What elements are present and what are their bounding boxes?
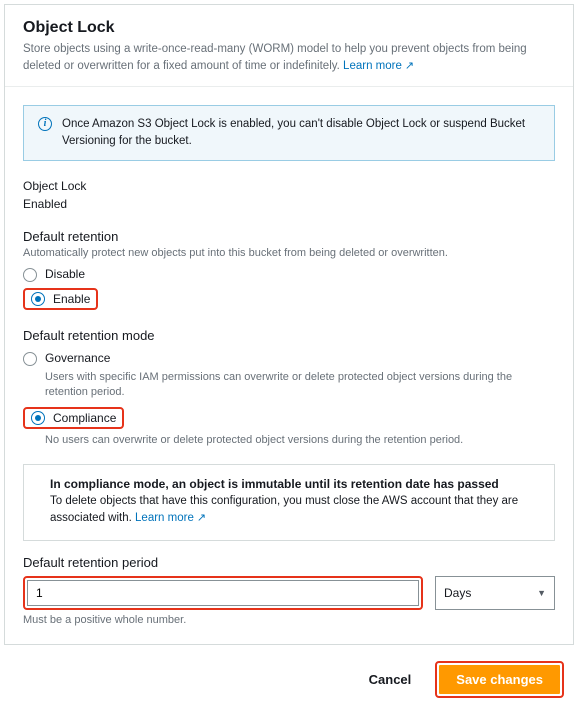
retention-disable-label: Disable (45, 267, 85, 281)
retention-disable-row[interactable]: Disable (23, 267, 555, 282)
retention-period-input[interactable] (27, 580, 419, 606)
panel-header: Object Lock Store objects using a write-… (5, 5, 573, 87)
panel-body: i Once Amazon S3 Object Lock is enabled,… (5, 87, 573, 644)
info-banner: i Once Amazon S3 Object Lock is enabled,… (23, 105, 555, 162)
mode-compliance-hint: No users can overwrite or delete protect… (45, 433, 463, 448)
save-highlight: Save changes (435, 661, 564, 698)
chevron-down-icon: ▼ (537, 588, 546, 598)
default-retention-group: Disable Enable (23, 267, 555, 310)
object-lock-label: Object Lock (23, 179, 555, 193)
retention-period-helper: Must be a positive whole number. (23, 614, 555, 626)
mode-governance-hint: Users with specific IAM permissions can … (45, 370, 555, 401)
info-icon: i (38, 117, 52, 131)
retention-period-label: Default retention period (23, 555, 555, 570)
external-link-icon: ↗ (405, 60, 414, 72)
retention-disable-radio[interactable] (23, 268, 37, 282)
retention-mode-group: Governance Users with specific IAM permi… (23, 351, 555, 448)
learn-more-link[interactable]: Learn more↗ (343, 60, 414, 72)
warning-title: In compliance mode, an object is immutab… (50, 477, 540, 491)
retention-enable-radio[interactable] (31, 292, 45, 306)
mode-governance-radio[interactable] (23, 352, 37, 366)
panel-title: Object Lock (23, 19, 555, 37)
retention-enable-row[interactable]: Enable (23, 288, 555, 310)
warning-learn-more-link[interactable]: Learn more↗ (135, 512, 206, 524)
save-changes-button[interactable]: Save changes (439, 665, 560, 694)
object-lock-value: Enabled (23, 197, 555, 211)
default-retention-hint: Automatically protect new objects put in… (23, 247, 555, 259)
footer: Cancel Save changes (0, 649, 578, 712)
default-retention-title: Default retention (23, 229, 555, 244)
retention-unit-select[interactable]: Days ▼ (435, 576, 555, 610)
retention-unit-value: Days (444, 586, 471, 600)
mode-governance-label: Governance (45, 351, 110, 365)
mode-governance-row[interactable]: Governance Users with specific IAM permi… (23, 351, 555, 401)
cancel-button[interactable]: Cancel (355, 661, 426, 698)
retention-mode-title: Default retention mode (23, 328, 555, 343)
warning-text: To delete objects that have this configu… (50, 493, 540, 528)
panel-description: Store objects using a write-once-read-ma… (23, 41, 555, 76)
info-banner-text: Once Amazon S3 Object Lock is enabled, y… (62, 116, 540, 151)
mode-compliance-row[interactable]: Compliance No users can overwrite or del… (23, 407, 555, 448)
retention-enable-label: Enable (53, 292, 90, 306)
mode-compliance-radio[interactable] (31, 411, 45, 425)
mode-compliance-label: Compliance (53, 411, 116, 425)
retention-period-row: Days ▼ (23, 576, 555, 610)
external-link-icon: ↗ (197, 512, 206, 524)
compliance-warning: In compliance mode, an object is immutab… (23, 464, 555, 541)
object-lock-panel: Object Lock Store objects using a write-… (4, 4, 574, 645)
retention-period-highlight (23, 576, 423, 610)
